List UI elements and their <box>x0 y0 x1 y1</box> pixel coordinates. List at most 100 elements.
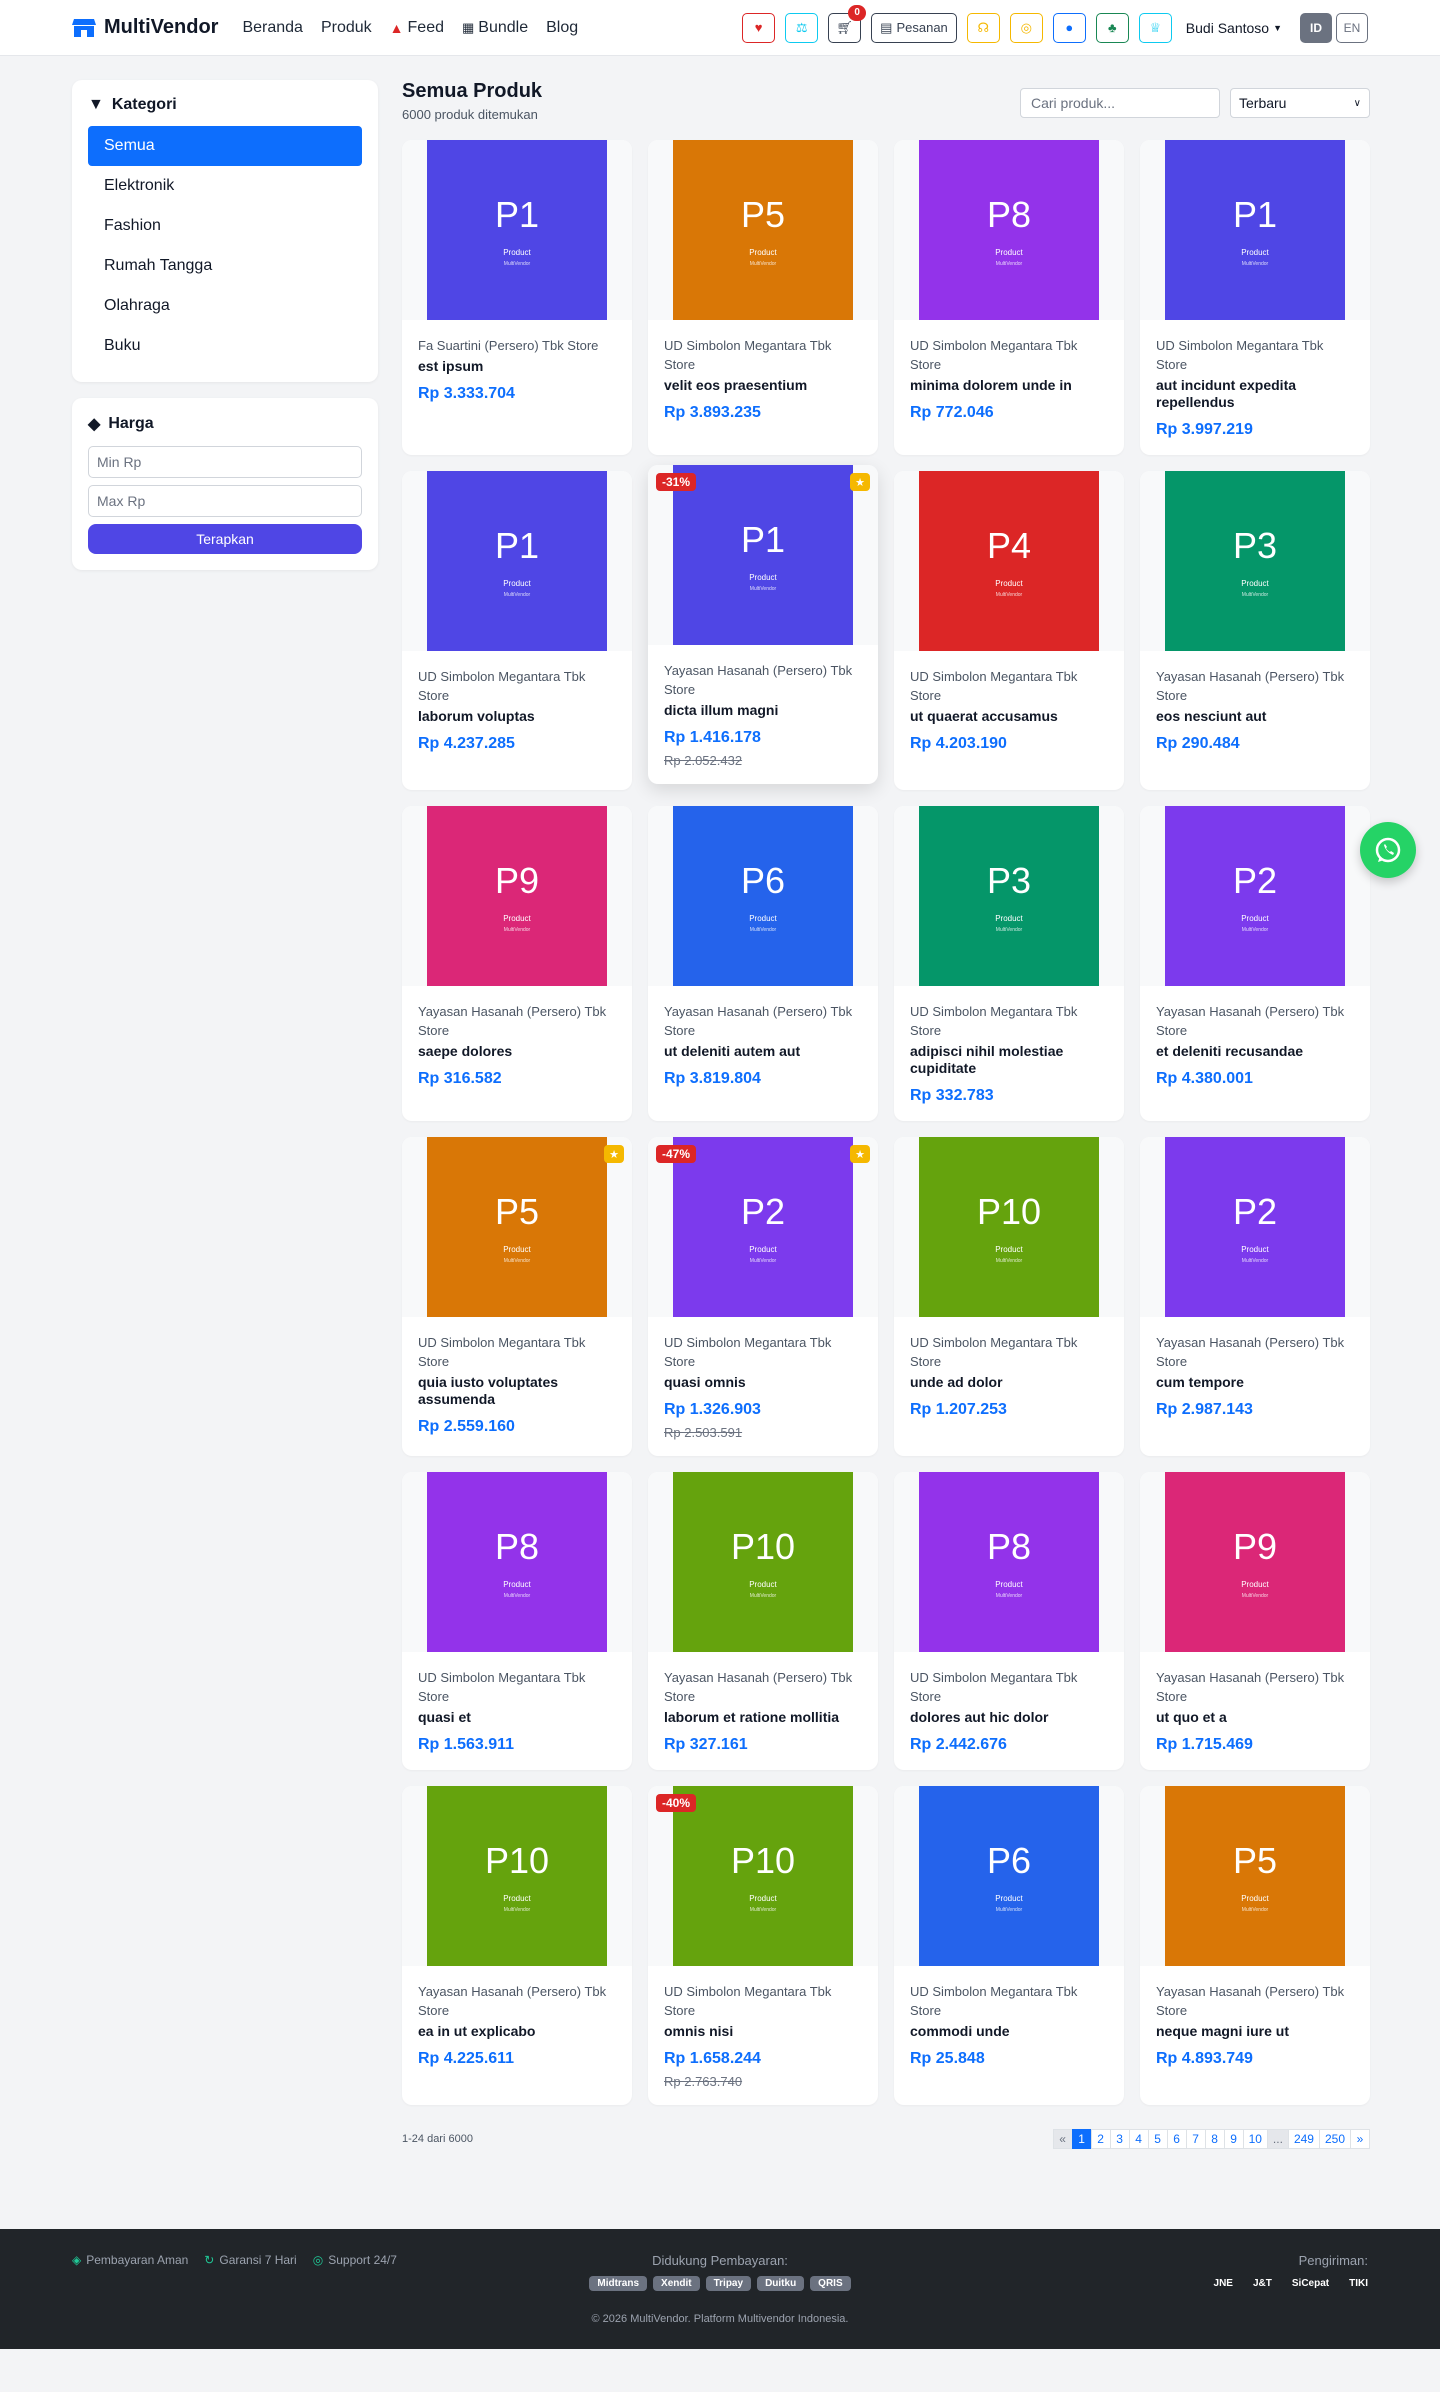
product-name[interactable]: eos nesciunt aut <box>1156 708 1354 725</box>
brand-logo[interactable]: MultiVendor <box>72 16 218 39</box>
product-card[interactable]: P5 Product MultiVendor Yayasan Hasanah (Per… <box>1140 1786 1370 2105</box>
product-card[interactable]: P2 Product MultiVendor Yayasan Hasanah (Per… <box>1140 806 1370 1121</box>
product-card[interactable]: P1 Product MultiVendor -31% ★ Yayasan Hasanah… <box>648 465 878 784</box>
coins-button[interactable]: ◎ <box>1009 12 1043 43</box>
product-card[interactable]: P1 Product MultiVendor UD Simbolon Megantar… <box>402 471 632 790</box>
pagination-page[interactable]: 4 <box>1128 2129 1149 2149</box>
pagination-page[interactable]: 250 <box>1318 2129 1351 2149</box>
product-card[interactable]: P5 Product MultiVendor ★ UD Simbolon Meganta… <box>402 1137 632 1456</box>
product-store[interactable]: UD Simbolon Megantara Tbk Store <box>910 1982 1108 2020</box>
product-card[interactable]: P4 Product MultiVendor UD Simbolon Megantar… <box>894 471 1124 790</box>
product-image[interactable]: P3 Product MultiVendor <box>919 806 1099 986</box>
pagination-page[interactable]: 2 <box>1090 2129 1111 2149</box>
product-card[interactable]: P9 Product MultiVendor Yayasan Hasanah (Per… <box>1140 1472 1370 1770</box>
nav-link-produk[interactable]: Produk <box>321 19 372 37</box>
pagination-page[interactable]: 7 <box>1185 2129 1206 2149</box>
product-store[interactable]: Yayasan Hasanah (Persero) Tbk Store <box>418 1982 616 2020</box>
product-image[interactable]: P8 Product MultiVendor <box>919 1472 1099 1652</box>
product-card[interactable]: P10 Product MultiVendor Yayasan Hasanah (Pe… <box>648 1472 878 1770</box>
product-store[interactable]: UD Simbolon Megantara Tbk Store <box>418 1668 616 1706</box>
category-item-buku[interactable]: Buku <box>88 326 362 366</box>
product-name[interactable]: ea in ut explicabo <box>418 2023 616 2040</box>
product-name[interactable]: laborum voluptas <box>418 708 616 725</box>
product-card[interactable]: P8 Product MultiVendor UD Simbolon Megantar… <box>402 1472 632 1770</box>
nav-link-blog[interactable]: Blog <box>546 19 578 37</box>
product-store[interactable]: UD Simbolon Megantara Tbk Store <box>664 1982 862 2020</box>
product-store[interactable]: Yayasan Hasanah (Persero) Tbk Store <box>664 661 862 699</box>
product-store[interactable]: Yayasan Hasanah (Persero) Tbk Store <box>1156 1002 1354 1040</box>
profile-button[interactable]: ● <box>1052 12 1086 43</box>
nav-link-beranda[interactable]: Beranda <box>242 19 303 37</box>
product-card[interactable]: P6 Product MultiVendor UD Simbolon Megantar… <box>894 1786 1124 2105</box>
pagination-page[interactable]: 10 <box>1242 2129 1268 2149</box>
category-item-olahraga[interactable]: Olahraga <box>88 286 362 326</box>
product-image[interactable]: P10 Product MultiVendor <box>673 1786 853 1966</box>
pagination-page[interactable]: 9 <box>1223 2129 1244 2149</box>
product-store[interactable]: Yayasan Hasanah (Persero) Tbk Store <box>664 1002 862 1040</box>
product-card[interactable]: P1 Product MultiVendor Fa Suartini (Persero… <box>402 140 632 455</box>
product-card[interactable]: P10 Product MultiVendor UD Simbolon Meganta… <box>894 1137 1124 1456</box>
product-name[interactable]: laborum et ratione mollitia <box>664 1709 862 1726</box>
compare-button[interactable]: ⚖ <box>785 12 819 43</box>
product-image[interactable]: P1 Product MultiVendor <box>1165 140 1345 320</box>
product-card[interactable]: P10 Product MultiVendor -40% UD Simbolon Meg… <box>648 1786 878 2105</box>
pagination-page[interactable]: 5 <box>1147 2129 1168 2149</box>
category-item-semua[interactable]: Semua <box>88 126 362 166</box>
product-image[interactable]: P4 Product MultiVendor <box>919 471 1099 651</box>
product-card[interactable]: P6 Product MultiVendor Yayasan Hasanah (Per… <box>648 806 878 1121</box>
lang-id-button[interactable]: ID <box>1300 12 1332 43</box>
pagination-prev[interactable]: « <box>1052 2129 1073 2149</box>
product-card[interactable]: P2 Product MultiVendor Yayasan Hasanah (Per… <box>1140 1137 1370 1456</box>
product-name[interactable]: quia iusto voluptates assumenda <box>418 1374 616 1408</box>
product-image[interactable]: P8 Product MultiVendor <box>919 140 1099 320</box>
product-name[interactable]: velit eos praesentium <box>664 377 862 394</box>
product-name[interactable]: ut quaerat accusamus <box>910 708 1108 725</box>
pagination-page[interactable]: 6 <box>1166 2129 1187 2149</box>
product-card[interactable]: P3 Product MultiVendor UD Simbolon Megantar… <box>894 806 1124 1121</box>
product-name[interactable]: et deleniti recusandae <box>1156 1043 1354 1060</box>
product-store[interactable]: Fa Suartini (Persero) Tbk Store <box>418 336 616 355</box>
product-name[interactable]: quasi et <box>418 1709 616 1726</box>
product-image[interactable]: P3 Product MultiVendor <box>1165 471 1345 651</box>
cart-button[interactable]: 🛒︎ 0 <box>828 4 867 43</box>
product-name[interactable]: est ipsum <box>418 358 616 375</box>
product-card[interactable]: P8 Product MultiVendor UD Simbolon Megantar… <box>894 1472 1124 1770</box>
category-item-elektronik[interactable]: Elektronik <box>88 166 362 206</box>
product-name[interactable]: dicta illum magni <box>664 702 862 719</box>
product-store[interactable]: UD Simbolon Megantara Tbk Store <box>418 667 616 705</box>
product-name[interactable]: ut deleniti autem aut <box>664 1043 862 1060</box>
product-image[interactable]: P10 Product MultiVendor <box>919 1137 1099 1317</box>
product-store[interactable]: UD Simbolon Megantara Tbk Store <box>910 667 1108 705</box>
user-dropdown[interactable]: Budi Santoso ▼ <box>1186 20 1282 36</box>
product-store[interactable]: UD Simbolon Megantara Tbk Store <box>664 1333 862 1371</box>
product-store[interactable]: Yayasan Hasanah (Persero) Tbk Store <box>664 1668 862 1706</box>
product-image[interactable]: P6 Product MultiVendor <box>919 1786 1099 1966</box>
product-image[interactable]: P10 Product MultiVendor <box>673 1472 853 1652</box>
product-name[interactable]: neque magni iure ut <box>1156 2023 1354 2040</box>
product-store[interactable]: UD Simbolon Megantara Tbk Store <box>910 336 1108 374</box>
product-store[interactable]: Yayasan Hasanah (Persero) Tbk Store <box>1156 667 1354 705</box>
community-button[interactable]: ♣ <box>1095 12 1129 43</box>
product-name[interactable]: omnis nisi <box>664 2023 862 2040</box>
product-card[interactable]: P9 Product MultiVendor Yayasan Hasanah (Per… <box>402 806 632 1121</box>
product-image[interactable]: P2 Product MultiVendor <box>673 1137 853 1317</box>
product-store[interactable]: Yayasan Hasanah (Persero) Tbk Store <box>1156 1668 1354 1706</box>
product-store[interactable]: UD Simbolon Megantara Tbk Store <box>910 1333 1108 1371</box>
product-store[interactable]: UD Simbolon Megantara Tbk Store <box>418 1333 616 1371</box>
product-name[interactable]: unde ad dolor <box>910 1374 1108 1391</box>
product-card[interactable]: P8 Product MultiVendor UD Simbolon Megantar… <box>894 140 1124 455</box>
product-image[interactable]: P9 Product MultiVendor <box>427 806 607 986</box>
pagination-next[interactable]: » <box>1350 2129 1370 2149</box>
product-image[interactable]: P5 Product MultiVendor <box>1165 1786 1345 1966</box>
product-image[interactable]: P2 Product MultiVendor <box>1165 1137 1345 1317</box>
min-price-input[interactable] <box>88 446 362 478</box>
product-image[interactable]: P8 Product MultiVendor <box>427 1472 607 1652</box>
product-card[interactable]: P10 Product MultiVendor Yayasan Hasanah (Pe… <box>402 1786 632 2105</box>
product-image[interactable]: P1 Product MultiVendor <box>673 465 853 645</box>
product-image[interactable]: P9 Product MultiVendor <box>1165 1472 1345 1652</box>
apply-price-button[interactable]: Terapkan <box>88 524 362 554</box>
product-card[interactable]: P3 Product MultiVendor Yayasan Hasanah (Per… <box>1140 471 1370 790</box>
search-input[interactable] <box>1020 88 1220 118</box>
product-image[interactable]: P5 Product MultiVendor <box>673 140 853 320</box>
product-store[interactable]: Yayasan Hasanah (Persero) Tbk Store <box>418 1002 616 1040</box>
